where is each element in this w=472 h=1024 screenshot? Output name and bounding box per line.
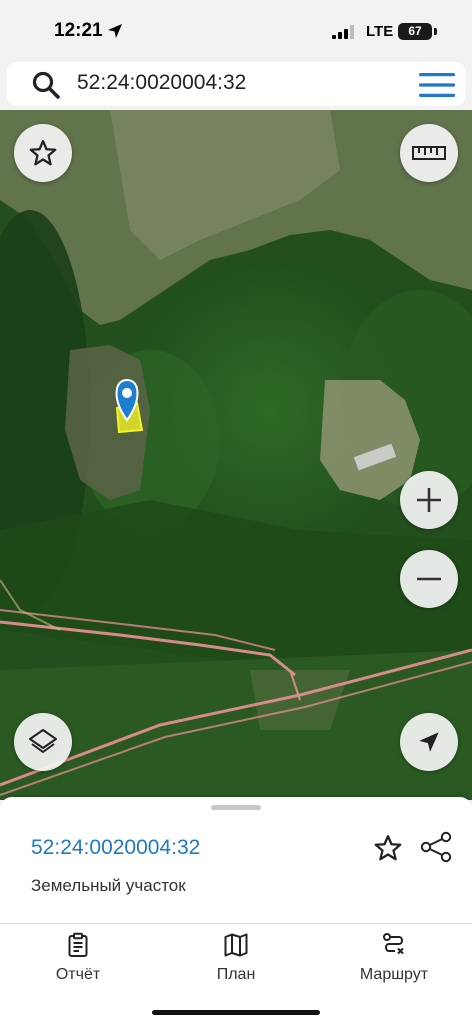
tab-plan-label: План <box>216 966 256 983</box>
plus-icon <box>417 488 441 512</box>
report-icon <box>68 932 88 957</box>
star-icon[interactable] <box>372 833 404 863</box>
home-indicator[interactable] <box>152 1010 320 1015</box>
layers-icon <box>29 729 57 753</box>
zoom-out-button[interactable] <box>400 550 458 608</box>
search-icon[interactable] <box>31 70 61 100</box>
sheet-grabber[interactable] <box>211 805 261 810</box>
ruler-button[interactable] <box>400 124 458 182</box>
battery-tip <box>434 28 437 35</box>
status-time: 12:21 <box>54 20 103 41</box>
navigation-arrow-icon <box>419 732 439 752</box>
share-icon[interactable] <box>419 831 453 863</box>
map-imagery[interactable] <box>0 110 472 800</box>
status-bar: 12:21 LTE 67 <box>0 0 472 62</box>
tab-report[interactable]: Отчёт <box>23 932 133 984</box>
tab-route[interactable]: Маршрут <box>339 932 449 984</box>
ruler-icon <box>412 146 446 160</box>
search-area: 52:24:0020004:32 <box>0 62 472 110</box>
search-bar[interactable]: 52:24:0020004:32 <box>7 62 465 106</box>
tab-plan[interactable]: План <box>181 932 291 984</box>
layers-button[interactable] <box>14 713 72 771</box>
parcel-info-sheet[interactable]: 52:24:0020004:32 <box>0 797 472 923</box>
search-input[interactable]: 52:24:0020004:32 <box>77 71 246 95</box>
zoom-in-button[interactable] <box>400 471 458 529</box>
route-icon <box>383 933 404 955</box>
cellular-signal-icon <box>332 25 354 39</box>
parcel-cadastral-number[interactable]: 52:24:0020004:32 <box>31 836 200 860</box>
map-plan-icon <box>224 933 248 957</box>
satellite-map[interactable] <box>0 110 472 800</box>
parcel-type-label: Земельный участок <box>31 876 186 895</box>
minus-icon <box>417 577 441 581</box>
favorite-button[interactable] <box>14 124 72 182</box>
bottom-tab-bar: Отчёт План Маршрут <box>0 923 472 1024</box>
network-type: LTE <box>366 23 394 40</box>
locate-me-button[interactable] <box>400 713 458 771</box>
battery-level: 67 <box>398 23 432 40</box>
tab-route-label: Маршрут <box>359 966 429 983</box>
star-icon <box>29 140 57 166</box>
hamburger-menu-icon[interactable] <box>419 72 455 98</box>
tab-report-label: Отчёт <box>55 966 101 983</box>
location-arrow-icon <box>108 24 122 38</box>
